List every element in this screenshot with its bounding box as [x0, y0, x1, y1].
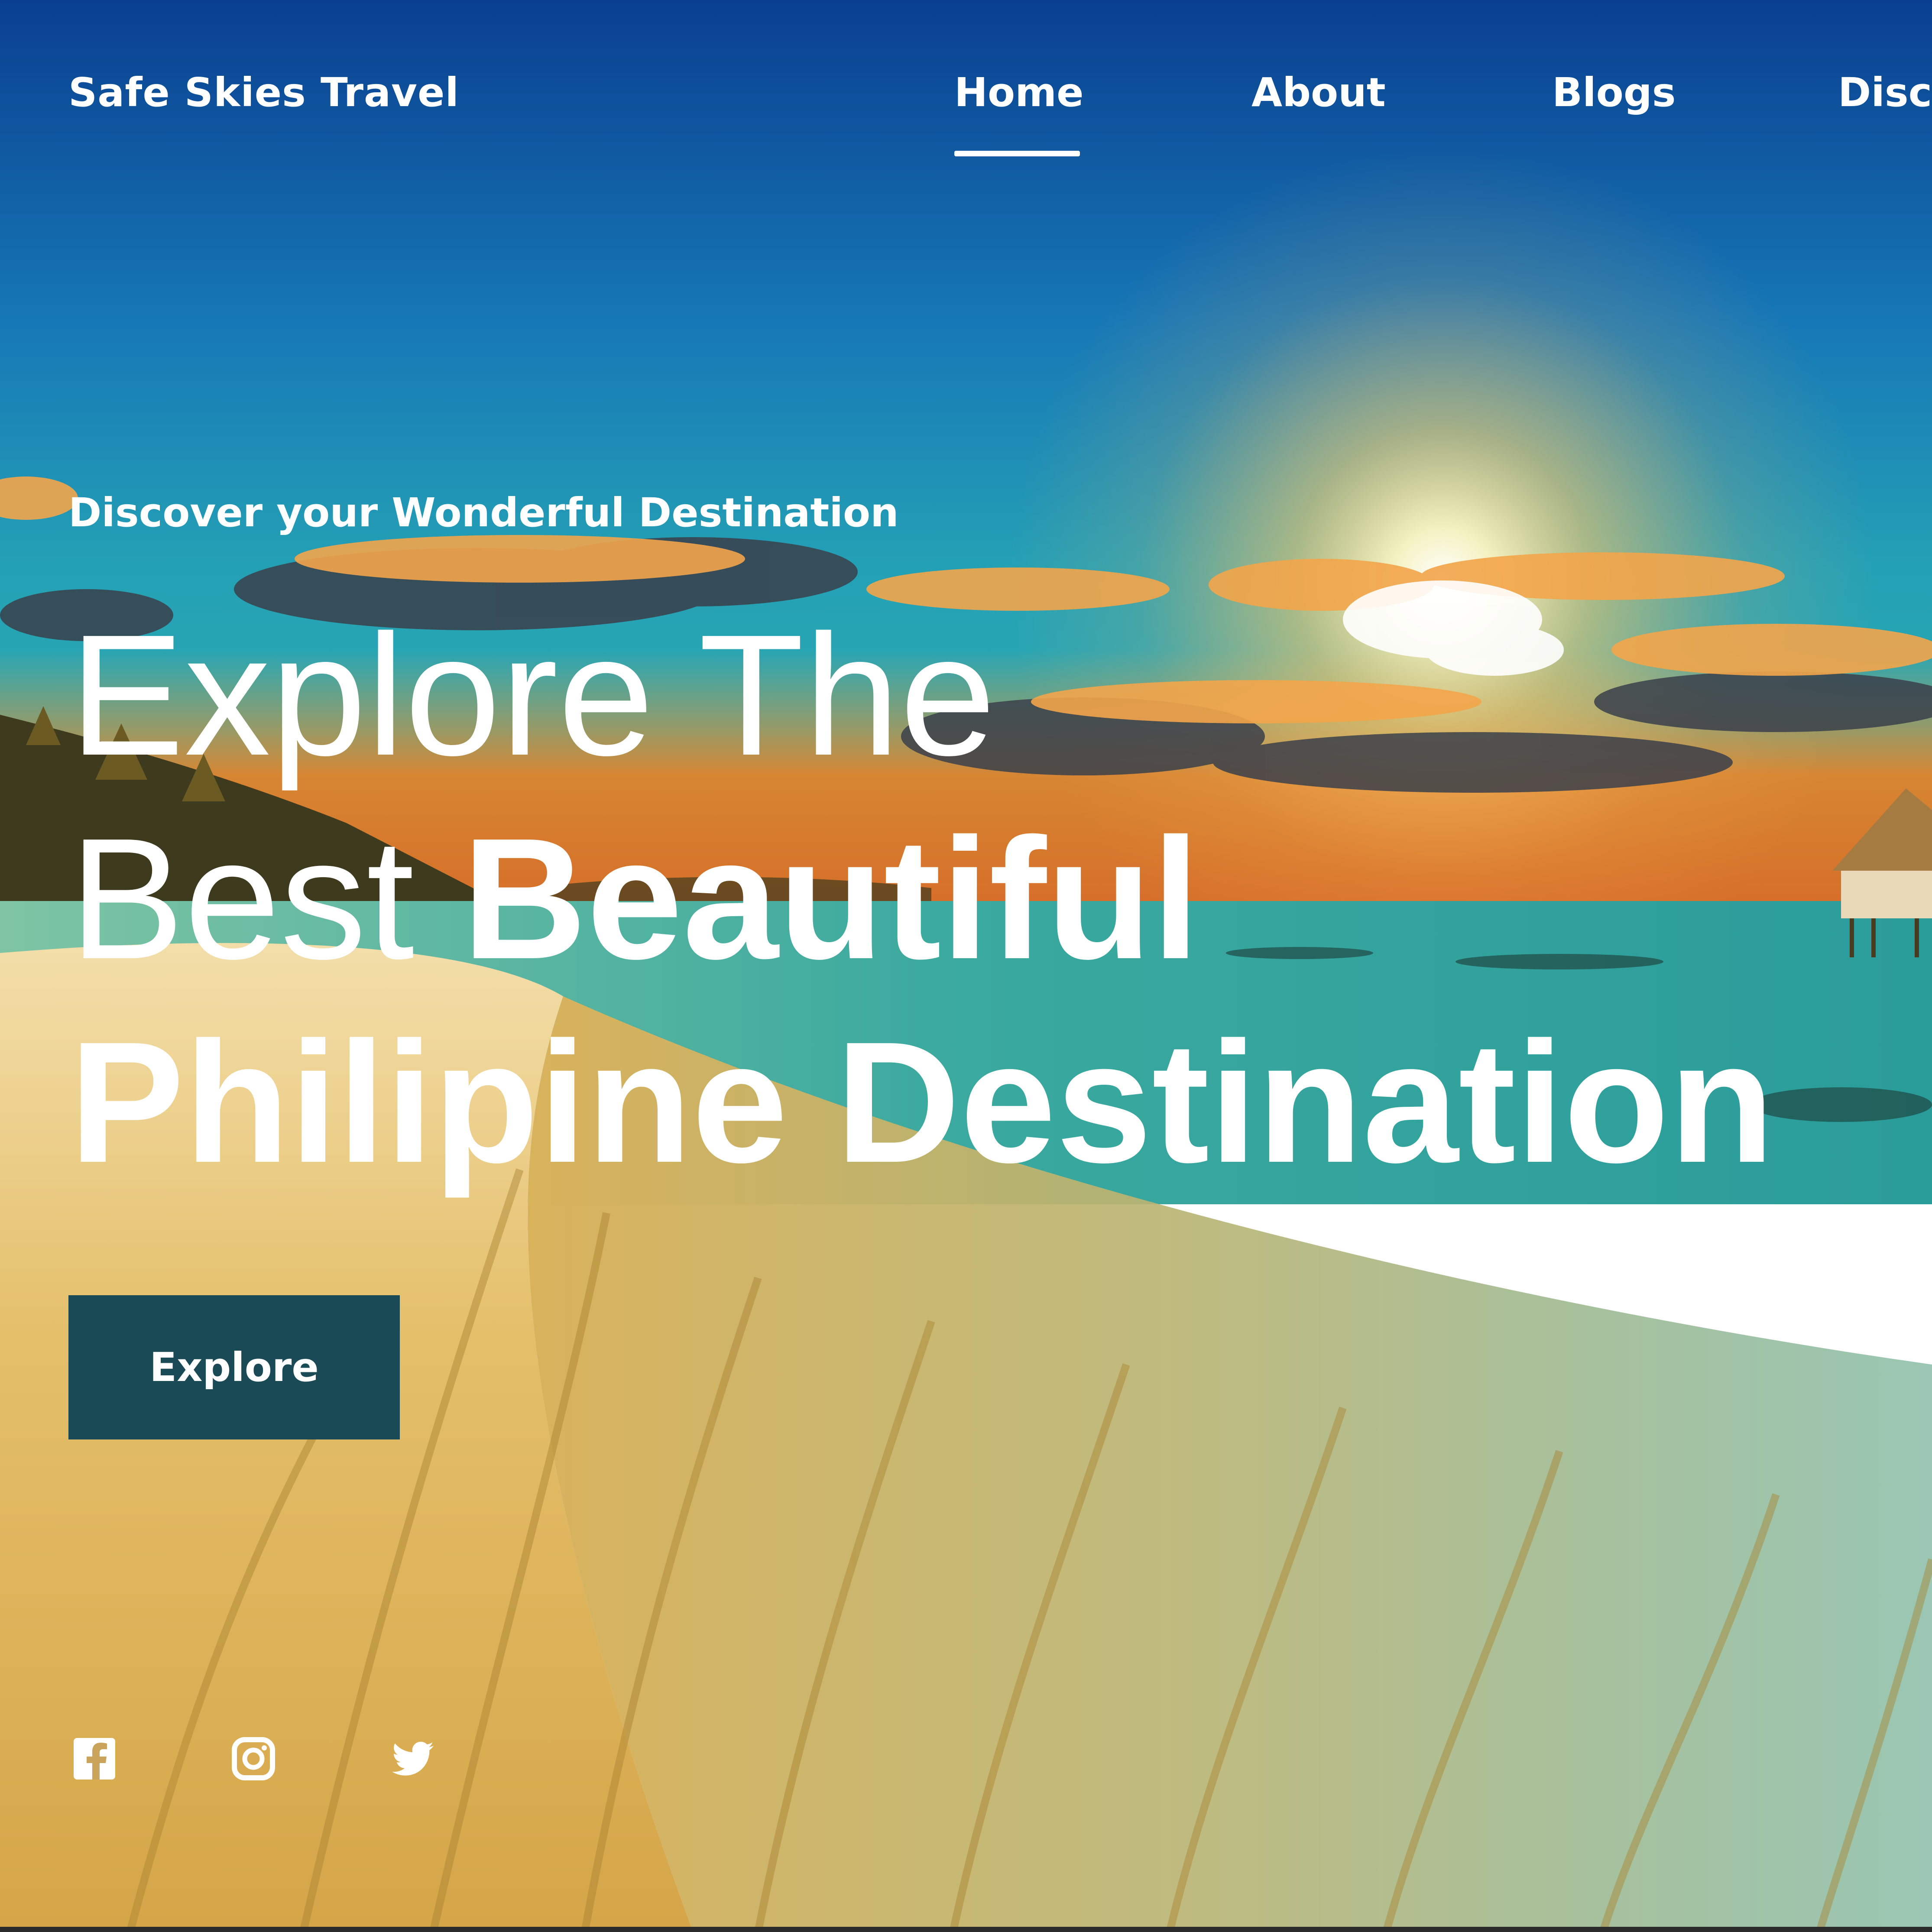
facebook-icon[interactable]: [73, 1737, 116, 1780]
headline-line-2-thin: Best: [69, 803, 462, 995]
top-navbar: Safe Skies Travel Home About Blogs Disco: [0, 0, 1932, 182]
nav-active-underline: [954, 151, 1080, 156]
headline-line-1: Explore The: [69, 599, 996, 791]
nav-item-blogs[interactable]: Blogs: [1552, 69, 1676, 116]
hero-tagline: Discover your Wonderful Destination: [68, 489, 899, 536]
hero-headline: Explore The Best Beautiful Philipine Des…: [69, 593, 1889, 1204]
hero-section: Safe Skies Travel Home About Blogs Disco…: [0, 0, 1932, 1932]
instagram-icon[interactable]: [232, 1737, 275, 1780]
headline-line-3: Philipine Destination: [69, 1006, 1775, 1199]
headline-line-2-bold: Beautiful: [462, 803, 1200, 995]
bottom-edge-strip: [0, 1927, 1932, 1932]
main-nav: Home About Blogs Disco: [0, 69, 1932, 165]
nav-item-home[interactable]: Home: [954, 69, 1083, 116]
nav-item-discover[interactable]: Disco: [1838, 69, 1932, 116]
twitter-icon[interactable]: [391, 1737, 434, 1780]
nav-item-about[interactable]: About: [1251, 69, 1386, 116]
explore-button[interactable]: Explore: [68, 1295, 400, 1439]
